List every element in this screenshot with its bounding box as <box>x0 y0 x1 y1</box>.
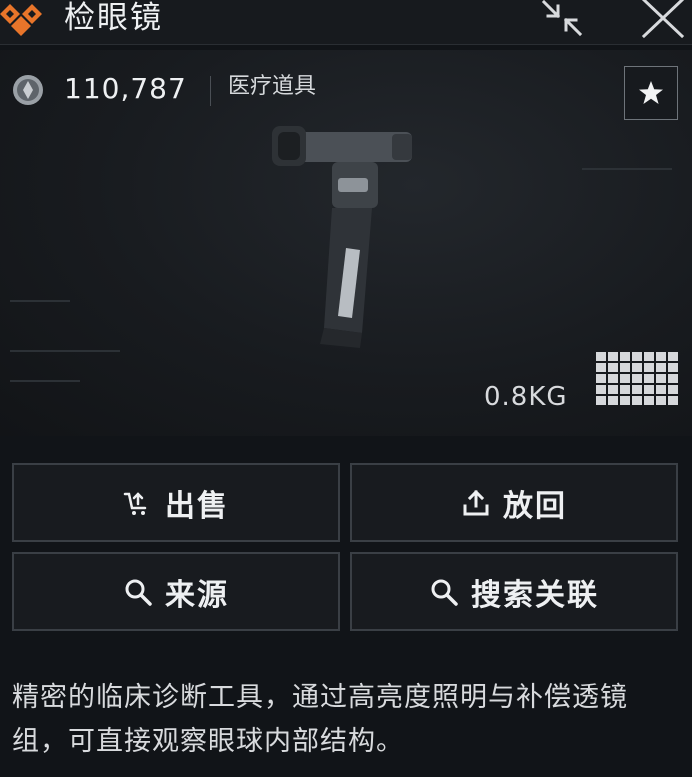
title-bar: 检眼镜 <box>0 0 692 45</box>
size-grid-cell <box>644 396 654 405</box>
size-grid-cell <box>620 374 630 383</box>
size-grid-cell <box>668 352 678 361</box>
size-grid-cell <box>644 385 654 394</box>
sell-button[interactable]: 出售 <box>12 463 340 542</box>
size-grid-cell <box>620 352 630 361</box>
size-grid-cell <box>632 385 642 394</box>
source-button[interactable]: 来源 <box>12 552 340 631</box>
item-description: 精密的临床诊断工具，通过高亮度照明与补偿透镜组，可直接观察眼球内部结构。 <box>12 682 628 757</box>
search-icon <box>125 579 152 606</box>
ophthalmoscope-image <box>272 126 412 348</box>
item-weight: 0.8KG <box>484 382 568 412</box>
size-grid-cell <box>668 385 678 394</box>
size-grid-cell <box>620 385 630 394</box>
size-grid-cell <box>668 374 678 383</box>
source-button-label: 来源 <box>165 577 229 613</box>
size-grid-cell <box>644 374 654 383</box>
star-icon <box>639 81 663 104</box>
upload-icon <box>463 489 489 515</box>
brand-diamond-icon <box>0 4 42 36</box>
decorative-line <box>10 380 80 382</box>
search-related-button-label: 搜索关联 <box>471 577 599 613</box>
size-grid-cell <box>656 374 666 383</box>
item-price: 110,787 <box>64 72 187 105</box>
size-grid-cell <box>620 363 630 372</box>
size-grid-cell <box>632 374 642 383</box>
size-grid-cell <box>656 385 666 394</box>
cart-upload-icon <box>123 491 147 515</box>
collapse-arrows-icon[interactable] <box>538 0 588 40</box>
item-size-grid <box>596 352 680 408</box>
size-grid-cell <box>656 363 666 372</box>
search-icon <box>431 579 458 606</box>
size-grid-cell <box>632 396 642 405</box>
sell-button-label: 出售 <box>165 488 229 524</box>
size-grid-cell <box>608 385 618 394</box>
close-icon[interactable] <box>634 0 692 40</box>
size-grid-cell <box>596 396 606 405</box>
size-grid-cell <box>596 385 606 394</box>
size-grid-cell <box>608 374 618 383</box>
item-category: 医疗道具 <box>228 74 317 99</box>
size-grid-cell <box>608 352 618 361</box>
size-grid-cell <box>596 363 606 372</box>
store-button-label: 放回 <box>503 488 567 524</box>
size-grid-cell <box>668 396 678 405</box>
decorative-line <box>582 168 672 170</box>
size-grid-cell <box>608 396 618 405</box>
size-grid-cell <box>656 352 666 361</box>
divider <box>210 76 211 106</box>
size-grid-cell <box>608 363 618 372</box>
size-grid-cell <box>644 352 654 361</box>
decorative-line <box>10 350 120 352</box>
size-grid-cell <box>668 363 678 372</box>
store-button[interactable]: 放回 <box>350 463 678 542</box>
size-grid-cell <box>644 363 654 372</box>
size-grid-cell <box>596 374 606 383</box>
size-grid-cell <box>632 352 642 361</box>
size-grid-cell <box>656 396 666 405</box>
size-grid-cell <box>596 352 606 361</box>
size-grid-cell <box>620 396 630 405</box>
search-related-button[interactable]: 搜索关联 <box>350 552 678 631</box>
favorite-button[interactable] <box>624 66 678 120</box>
decorative-line <box>10 300 70 302</box>
size-grid-cell <box>632 363 642 372</box>
coin-icon <box>13 75 43 105</box>
window-title: 检眼镜 <box>64 0 163 36</box>
